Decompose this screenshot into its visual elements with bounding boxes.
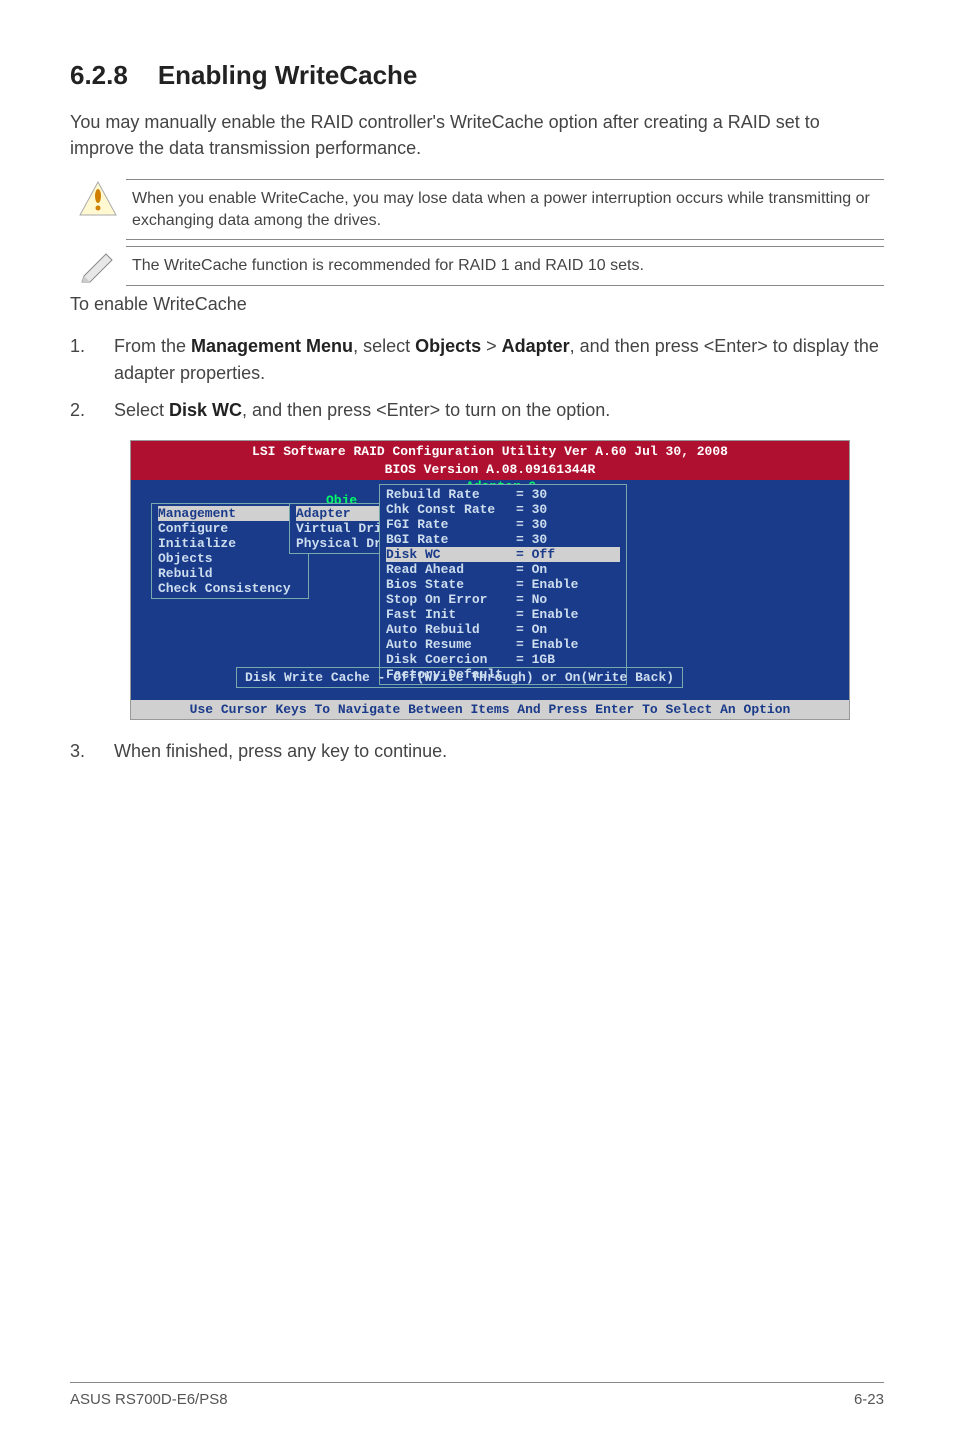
prop-row: BGI Rate= 30 bbox=[386, 532, 620, 547]
val: = Enable bbox=[516, 607, 578, 622]
prop-row: Stop On Error= No bbox=[386, 592, 620, 607]
val: = Enable bbox=[516, 577, 578, 592]
heading-title: Enabling WriteCache bbox=[158, 60, 418, 90]
menu-item: Virtual Driv bbox=[296, 521, 392, 536]
text: , select bbox=[353, 336, 415, 356]
menu-item: Management bbox=[158, 506, 302, 521]
val: = No bbox=[516, 592, 547, 607]
prop-row: Rebuild Rate= 30 bbox=[386, 487, 620, 502]
step-text: When finished, press any key to continue… bbox=[114, 738, 447, 765]
step-num: 3. bbox=[70, 738, 114, 765]
warning-text: When you enable WriteCache, you may lose… bbox=[126, 179, 884, 240]
val: = On bbox=[516, 622, 547, 637]
menu-item: Initialize bbox=[158, 536, 302, 551]
menu-item: Check Consistency bbox=[158, 581, 302, 596]
heading-number: 6.2.8 bbox=[70, 60, 128, 91]
step-3: 3. When finished, press any key to conti… bbox=[70, 738, 884, 765]
bold: Disk WC bbox=[169, 400, 242, 420]
text: Select bbox=[114, 400, 169, 420]
text: , and then press <Enter> to turn on the … bbox=[242, 400, 610, 420]
footer-left: ASUS RS700D-E6/PS8 bbox=[70, 1391, 228, 1408]
val: = 30 bbox=[516, 487, 547, 502]
steps-list: 1. From the Management Menu, select Obje… bbox=[70, 333, 884, 424]
menu-item: Adapter bbox=[296, 506, 392, 521]
pencil-icon bbox=[70, 246, 126, 284]
text: > bbox=[481, 336, 502, 356]
bios-title-2: BIOS Version A.08.09161344R bbox=[131, 461, 849, 479]
step-text: Select Disk WC, and then press <Enter> t… bbox=[114, 397, 610, 424]
menu-item: Physical Dri bbox=[296, 536, 392, 551]
step-num: 2. bbox=[70, 397, 114, 424]
bios-header: LSI Software RAID Configuration Utility … bbox=[131, 441, 849, 480]
val: = 30 bbox=[516, 517, 547, 532]
status-box: Disk Write Cache - Off(Write Through) or… bbox=[236, 667, 683, 688]
lbl: Fast Init bbox=[386, 607, 516, 622]
menu-item: Objects bbox=[158, 551, 302, 566]
info-note-row: The WriteCache function is recommended f… bbox=[70, 246, 884, 286]
step-1: 1. From the Management Menu, select Obje… bbox=[70, 333, 884, 387]
val: = 30 bbox=[516, 532, 547, 547]
menu-item: Rebuild bbox=[158, 566, 302, 581]
prop-row: Chk Const Rate= 30 bbox=[386, 502, 620, 517]
val: = 1GB bbox=[516, 652, 555, 667]
enable-intro: To enable WriteCache bbox=[70, 294, 884, 315]
info-text: The WriteCache function is recommended f… bbox=[126, 246, 884, 286]
bold: Adapter bbox=[502, 336, 570, 356]
val: = On bbox=[516, 562, 547, 577]
bold: Management Menu bbox=[191, 336, 353, 356]
lbl: Chk Const Rate bbox=[386, 502, 516, 517]
lbl: Stop On Error bbox=[386, 592, 516, 607]
page-footer: ASUS RS700D-E6/PS8 6-23 bbox=[70, 1382, 884, 1408]
prop-row: Bios State= Enable bbox=[386, 577, 620, 592]
prop-row: Auto Rebuild= On bbox=[386, 622, 620, 637]
step-num: 1. bbox=[70, 333, 114, 387]
prop-row: FGI Rate= 30 bbox=[386, 517, 620, 532]
steps-list-2: 3. When finished, press any key to conti… bbox=[70, 738, 884, 765]
prop-row: Fast Init= Enable bbox=[386, 607, 620, 622]
prop-row: Auto Resume= Enable bbox=[386, 637, 620, 652]
intro-paragraph: You may manually enable the RAID control… bbox=[70, 109, 884, 161]
prop-row: Read Ahead= On bbox=[386, 562, 620, 577]
warning-icon bbox=[70, 179, 126, 219]
adapter-properties: Rebuild Rate= 30 Chk Const Rate= 30 FGI … bbox=[379, 484, 627, 685]
lbl: Auto Rebuild bbox=[386, 622, 516, 637]
management-menu: Management Configure Initialize Objects … bbox=[151, 503, 309, 599]
section-heading: 6.2.8 Enabling WriteCache bbox=[70, 60, 884, 91]
lbl: Read Ahead bbox=[386, 562, 516, 577]
lbl: Rebuild Rate bbox=[386, 487, 516, 502]
lbl: FGI Rate bbox=[386, 517, 516, 532]
warning-note-row: When you enable WriteCache, you may lose… bbox=[70, 179, 884, 240]
val: = 30 bbox=[516, 502, 547, 517]
bold: Objects bbox=[415, 336, 481, 356]
bios-title-1: LSI Software RAID Configuration Utility … bbox=[131, 443, 849, 461]
text: From the bbox=[114, 336, 191, 356]
lbl: BGI Rate bbox=[386, 532, 516, 547]
step-text: From the Management Menu, select Objects… bbox=[114, 333, 884, 387]
lbl: Disk WC bbox=[386, 547, 516, 562]
step-2: 2. Select Disk WC, and then press <Enter… bbox=[70, 397, 884, 424]
footer-right: 6-23 bbox=[854, 1391, 884, 1408]
lbl: Disk Coercion bbox=[386, 652, 516, 667]
prop-row-selected: Disk WC= Off bbox=[386, 547, 620, 562]
prop-row: Disk Coercion= 1GB bbox=[386, 652, 620, 667]
bios-footer: Use Cursor Keys To Navigate Between Item… bbox=[131, 700, 849, 719]
bios-screenshot: LSI Software RAID Configuration Utility … bbox=[130, 440, 850, 720]
menu-item: Configure bbox=[158, 521, 302, 536]
val: = Enable bbox=[516, 637, 578, 652]
lbl: Bios State bbox=[386, 577, 516, 592]
val: = Off bbox=[516, 547, 555, 562]
bios-body: Adapter 0 Obje Management Configure Init… bbox=[131, 480, 849, 700]
lbl: Auto Resume bbox=[386, 637, 516, 652]
